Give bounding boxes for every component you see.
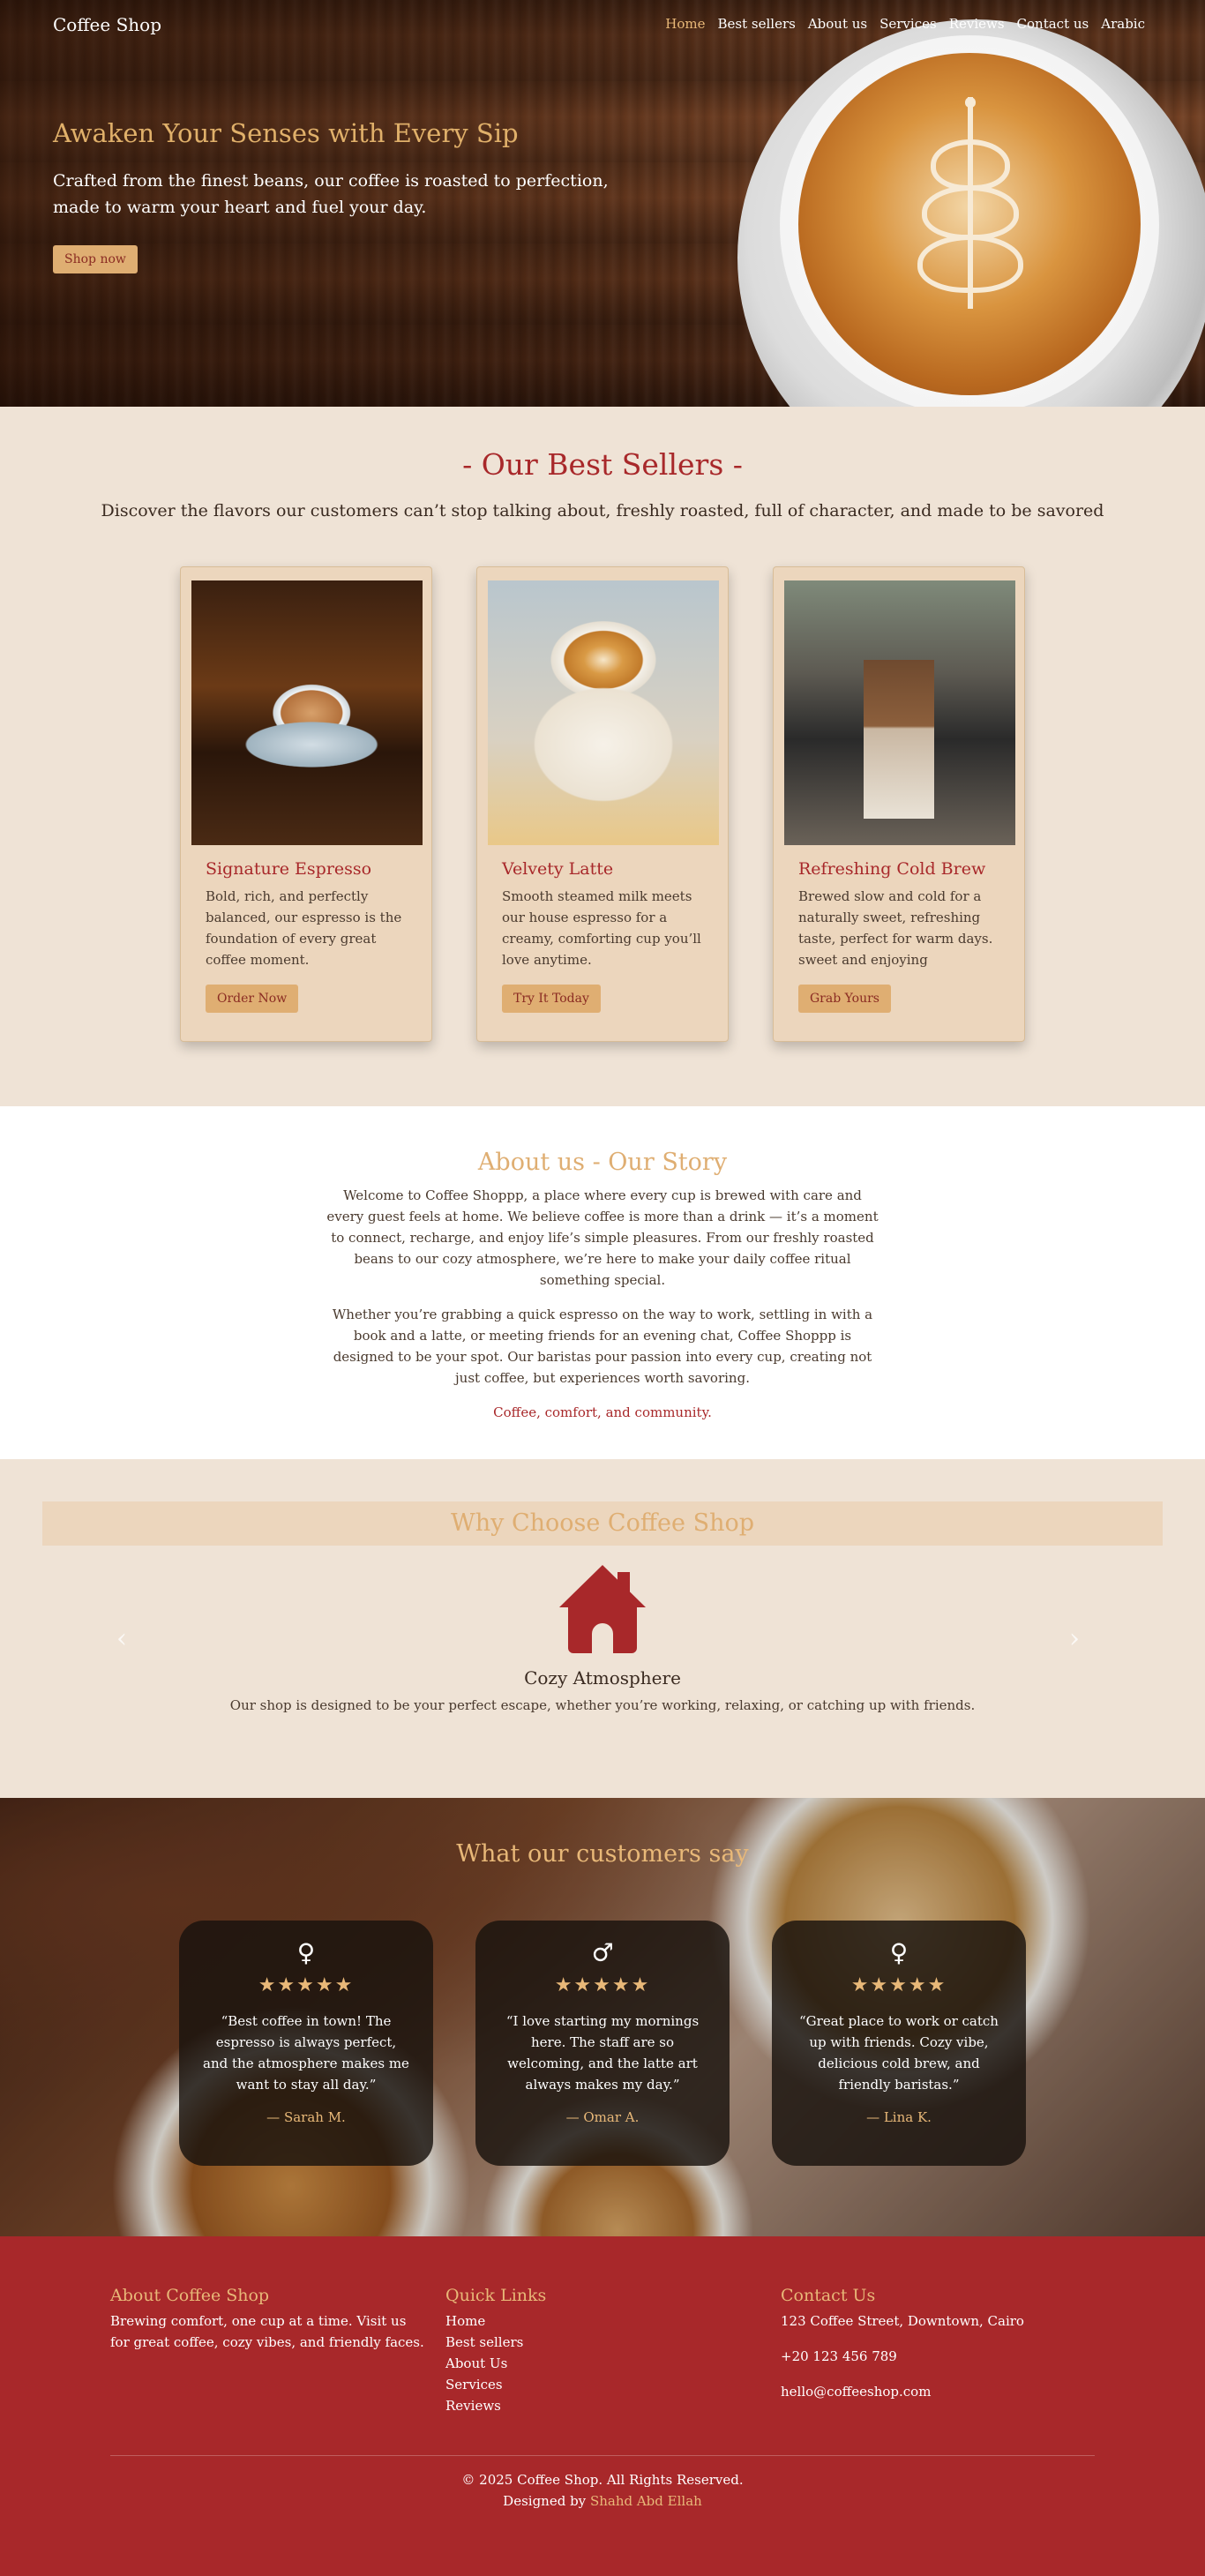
why-section: Why Choose Coffee Shop ‹ › Cozy Atmosphe… (0, 1459, 1205, 1798)
footer-email[interactable]: hello@coffeeshop.com (781, 2381, 1024, 2402)
about-title: About us - Our Story (477, 1149, 728, 1176)
footer-contact: Contact Us 123 Coffee Street, Downtown, … (781, 2286, 1024, 2402)
footer-link-services[interactable]: Services (445, 2374, 546, 2395)
footer-links-title: Quick Links (445, 2286, 547, 2305)
star-rating: ★★★★★ (258, 1974, 355, 1996)
nav-links: Home Best sellers About us Services Revi… (665, 16, 1145, 32)
product-desc: Brewed slow and cold for a naturally swe… (798, 888, 993, 968)
shop-now-button[interactable]: Shop now (53, 245, 138, 273)
why-item-desc: Our shop is designed to be your perfect … (229, 1697, 976, 1713)
male-icon: ♂ (591, 1938, 614, 1967)
try-it-today-button[interactable]: Try It Today (502, 985, 601, 1013)
review-card: ♂ ★★★★★ “I love starting my mornings her… (475, 1921, 730, 2166)
footer-address: 123 Coffee Street, Downtown, Cairo (781, 2313, 1024, 2329)
about-section: About us - Our Story Welcome to Coffee S… (0, 1106, 1205, 1459)
grab-yours-button[interactable]: Grab Yours (798, 985, 891, 1013)
footer-link-reviews[interactable]: Reviews (445, 2395, 546, 2416)
product-card: Refreshing Cold Brew Brewed slow and col… (773, 566, 1025, 1042)
product-card: Signature Espresso Bold, rich, and perfe… (180, 566, 432, 1042)
footer-divider (110, 2455, 1095, 2456)
review-card: ♀ ★★★★★ “Great place to work or catch up… (772, 1921, 1026, 2166)
review-quote: “Great place to work or catch up with fr… (799, 2013, 999, 2093)
hero-title: Awaken Your Senses with Every Sip (53, 118, 519, 148)
footer-contact-title: Contact Us (781, 2286, 876, 2305)
footer-phone[interactable]: +20 123 456 789 (781, 2346, 1024, 2367)
hero-text: Awaken Your Senses with Every Sip Crafte… (53, 118, 617, 273)
house-icon (559, 1565, 646, 1653)
hero-subtitle-line1: Crafted from the finest beans, our coffe… (53, 171, 609, 191)
nav-link-reviews[interactable]: Reviews (949, 16, 1005, 32)
product-card: Velvety Latte Smooth steamed milk meets … (476, 566, 729, 1042)
best-sellers-title: - Our Best Sellers - (462, 447, 743, 482)
best-sellers-section: - Our Best Sellers - Discover the flavor… (0, 407, 1205, 1106)
product-name: Velvety Latte (502, 859, 614, 879)
footer-link-home[interactable]: Home (445, 2310, 546, 2332)
review-author: — Lina K. (866, 2109, 932, 2125)
carousel-next-icon[interactable]: › (1069, 1623, 1080, 1654)
best-sellers-lead: Discover the flavors our customers can’t… (101, 501, 1104, 520)
about-paragraph-1: Welcome to Coffee Shoppp, a place where … (326, 1187, 879, 1288)
why-title-band: Why Choose Coffee Shop (42, 1501, 1163, 1546)
product-cards: Signature Espresso Bold, rich, and perfe… (0, 566, 1205, 1042)
footer-link-best-sellers[interactable]: Best sellers (445, 2332, 546, 2353)
star-rating: ★★★★★ (554, 1974, 651, 1996)
star-rating: ★★★★★ (850, 1974, 947, 1996)
latte-art-heart (917, 97, 1023, 318)
nav-link-best-sellers[interactable]: Best sellers (718, 16, 796, 32)
about-tagline: Coffee, comfort, and community. (493, 1404, 712, 1420)
cold-brew-image (784, 580, 1015, 845)
footer-quick-links: Quick Links Home Best sellers About Us S… (445, 2286, 546, 2416)
brand-logo[interactable]: Coffee Shop (53, 14, 161, 35)
product-desc: Smooth steamed milk meets our house espr… (502, 888, 701, 968)
nav-link-contact[interactable]: Contact us (1017, 16, 1089, 32)
product-name: Signature Espresso (206, 859, 372, 879)
footer-about: About Coffee Shop Brewing comfort, one c… (110, 2286, 428, 2353)
reviews-section: What our customers say ♀ ★★★★★ “Best cof… (0, 1798, 1205, 2236)
hero-subtitle: Crafted from the finest beans, our coffe… (53, 168, 617, 221)
review-author: — Omar A. (565, 2109, 640, 2125)
copyright-text: © 2025 Coffee Shop. All Rights Reserved. (461, 2472, 744, 2488)
review-quote: “I love starting my mornings here. The s… (505, 2013, 700, 2093)
female-icon: ♀ (889, 1938, 909, 1967)
female-icon: ♀ (296, 1938, 316, 1967)
why-item-title: Cozy Atmosphere (524, 1667, 681, 1689)
review-card: ♀ ★★★★★ “Best coffee in town! The espres… (179, 1921, 433, 2166)
nav-link-about[interactable]: About us (808, 16, 867, 32)
carousel-prev-icon[interactable]: ‹ (116, 1623, 127, 1654)
footer-link-about[interactable]: About Us (445, 2353, 546, 2374)
product-name: Refreshing Cold Brew (798, 859, 986, 879)
reviews-title: What our customers say (456, 1840, 749, 1868)
order-now-button[interactable]: Order Now (206, 985, 299, 1013)
designed-by-label: Designed by (503, 2493, 587, 2509)
footer-about-text: Brewing comfort, one cup at a time. Visi… (110, 2313, 424, 2350)
designed-by: Designed by Shahd Abd Ellah (0, 2490, 1205, 2512)
about-paragraph-2: Whether you’re grabbing a quick espresso… (332, 1307, 873, 1386)
espresso-image (191, 580, 423, 845)
review-quote: “Best coffee in town! The espresso is al… (203, 2013, 409, 2093)
navbar: Coffee Shop Home Best sellers About us S… (0, 0, 1205, 49)
review-cards: ♀ ★★★★★ “Best coffee in town! The espres… (0, 1921, 1205, 2166)
footer-about-title: About Coffee Shop (110, 2286, 270, 2305)
product-desc: Bold, rich, and perfectly balanced, our … (206, 888, 402, 968)
review-author: — Sarah M. (266, 2109, 346, 2125)
footer-copyright: © 2025 Coffee Shop. All Rights Reserved.… (0, 2469, 1205, 2512)
designer-name[interactable]: Shahd Abd Ellah (590, 2493, 702, 2509)
footer: About Coffee Shop Brewing comfort, one c… (0, 2236, 1205, 2576)
nav-link-services[interactable]: Services (879, 16, 937, 32)
latte-image (488, 580, 719, 845)
hero-subtitle-line2: made to warm your heart and fuel your da… (53, 198, 427, 217)
nav-link-arabic[interactable]: Arabic (1101, 16, 1145, 32)
nav-link-home[interactable]: Home (665, 16, 705, 32)
hero-section: Coffee Shop Home Best sellers About us S… (0, 0, 1205, 407)
why-title: Why Choose Coffee Shop (450, 1509, 754, 1537)
